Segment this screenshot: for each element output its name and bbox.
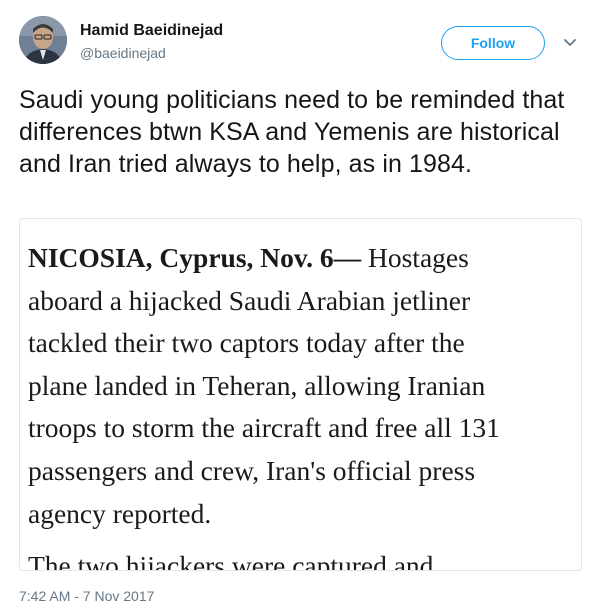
tweet-text: Saudi young politicians need to be remin… [19, 86, 565, 178]
article-clipping: NICOSIA, Cyprus, Nov. 6— Hostages aboard… [28, 237, 581, 571]
article-line: passengers and crew, Iran's official pre… [28, 454, 476, 486]
tweet: Hamid Baeidinejad @baeidinejad Follow Sa… [0, 0, 603, 607]
article-line: agency reported. [28, 497, 212, 529]
article-line-text: Hostages [361, 242, 469, 273]
avatar[interactable] [19, 16, 67, 64]
media-card[interactable]: NICOSIA, Cyprus, Nov. 6— Hostages aboard… [19, 218, 582, 571]
user-display-name[interactable]: Hamid Baeidinejad [80, 22, 223, 40]
chevron-down-icon[interactable] [562, 36, 578, 48]
user-handle[interactable]: @baeidinejad [80, 45, 166, 61]
article-dateline: NICOSIA, Cyprus, Nov. 6— [28, 242, 362, 273]
article-line: plane landed in Teheran, allowing Irania… [28, 369, 486, 401]
tweet-timestamp[interactable]: 7:42 AM - 7 Nov 2017 [19, 588, 154, 604]
follow-button[interactable]: Follow [441, 26, 545, 60]
article-line: tackled their two captors today after th… [28, 327, 465, 359]
article-line: troops to storm the aircraft and free al… [28, 412, 500, 444]
article-line-cutoff: The two hijackers were captured and [28, 550, 434, 571]
article-line: aboard a hijacked Saudi Arabian jetliner [28, 284, 471, 316]
avatar-image [19, 16, 67, 64]
article-line: NICOSIA, Cyprus, Nov. 6— Hostages [28, 237, 581, 280]
